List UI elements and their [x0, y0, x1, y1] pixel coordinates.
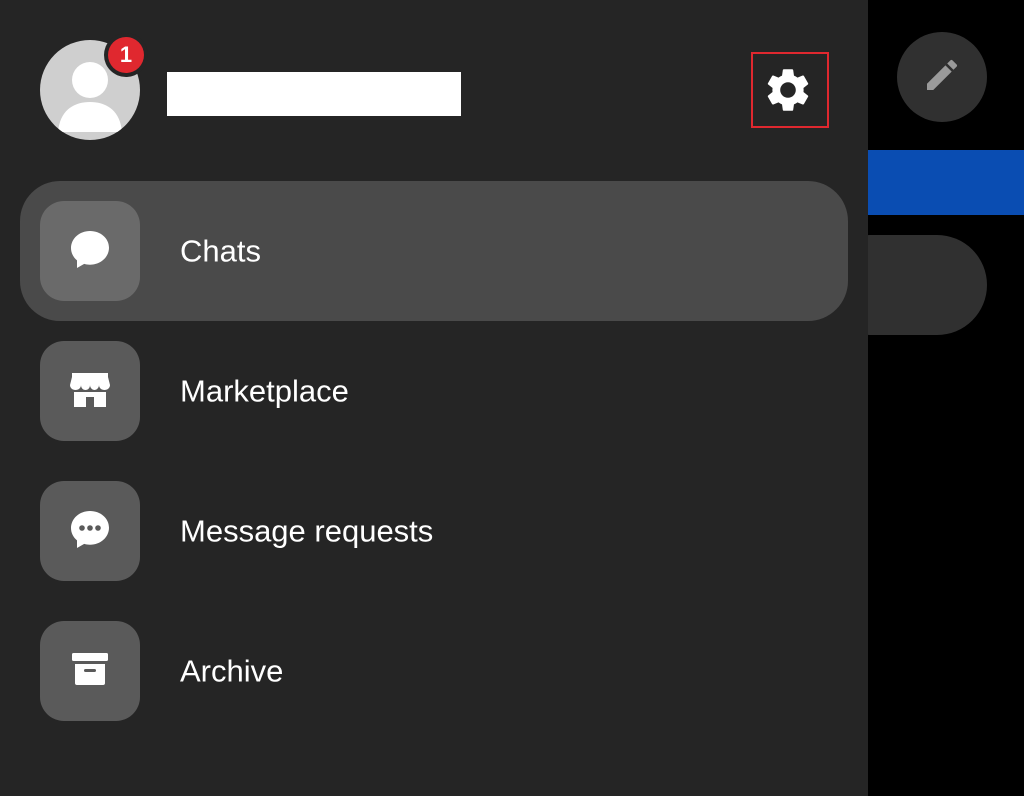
chat-bubble-icon	[66, 225, 114, 278]
notification-count: 1	[108, 37, 144, 73]
menu-item-label: Chats	[180, 233, 261, 269]
menu-icon-container	[40, 201, 140, 301]
menu-icon-container	[40, 481, 140, 581]
menu-icon-container	[40, 341, 140, 441]
storefront-icon	[66, 365, 114, 418]
menu-icon-container	[40, 621, 140, 721]
menu-item-label: Message requests	[180, 513, 434, 549]
navigation-drawer: 1 Chats Marketplace Message requests Arc…	[0, 0, 868, 796]
notification-badge: 1	[104, 33, 148, 77]
menu-item-label: Archive	[180, 653, 284, 689]
menu-item-chats[interactable]: Chats	[20, 181, 848, 321]
menu-item-message-requests[interactable]: Message requests	[20, 461, 848, 601]
active-tab-indicator	[860, 150, 1024, 215]
user-name-redacted	[167, 72, 461, 116]
compose-button[interactable]	[897, 32, 987, 122]
pencil-icon	[922, 55, 962, 100]
menu-item-label: Marketplace	[180, 373, 349, 409]
gear-icon	[762, 64, 814, 121]
message-requests-icon	[66, 505, 114, 558]
archive-box-icon	[66, 645, 114, 698]
settings-button[interactable]	[760, 64, 816, 120]
menu-item-marketplace[interactable]: Marketplace	[20, 321, 848, 461]
menu-item-archive[interactable]: Archive	[20, 601, 848, 741]
